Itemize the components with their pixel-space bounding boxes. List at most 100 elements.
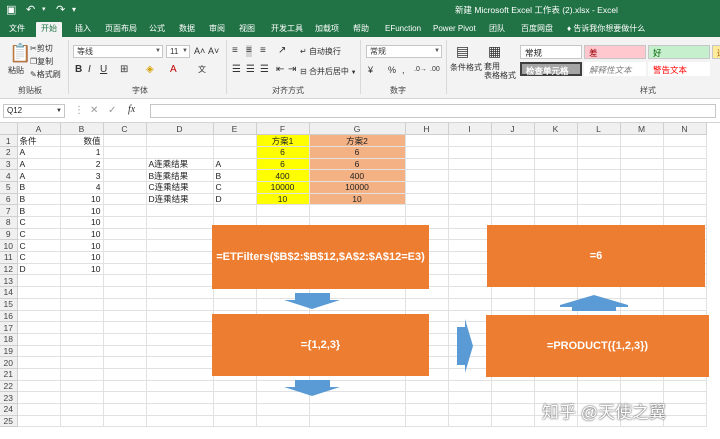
paste-icon[interactable]: 📋 bbox=[9, 43, 31, 63]
tab-formulas[interactable]: 公式 bbox=[144, 22, 170, 37]
down-arrow-2[interactable] bbox=[284, 380, 340, 396]
increase-decimal-icon[interactable]: .0→ bbox=[414, 64, 427, 76]
format-painter-button[interactable]: ✎格式刷 bbox=[30, 69, 61, 80]
chevron-down-icon[interactable]: ▼ bbox=[56, 105, 62, 117]
style-check-cell[interactable]: 检查单元格 bbox=[520, 62, 582, 76]
save-icon[interactable]: ▣ bbox=[6, 3, 16, 17]
conditional-format-button[interactable]: 条件格式 bbox=[450, 62, 482, 73]
phonetic-icon[interactable]: 文 bbox=[198, 64, 206, 76]
customize-quick-access-icon[interactable]: ▾ bbox=[72, 3, 76, 17]
align-middle-icon[interactable]: ≡ bbox=[246, 45, 252, 57]
increase-indent-icon[interactable]: ⇥ bbox=[288, 64, 296, 76]
font-size-select[interactable]: 11 ▼ bbox=[166, 45, 190, 58]
tab-help[interactable]: 帮助 bbox=[348, 22, 374, 37]
percent-icon[interactable]: % bbox=[388, 64, 396, 76]
bold-icon[interactable]: B bbox=[75, 64, 82, 76]
format-as-table-icon[interactable]: ▦ bbox=[488, 43, 501, 59]
formula-input[interactable] bbox=[150, 104, 716, 118]
cancel-icon[interactable]: ✕ bbox=[90, 105, 98, 117]
decrease-indent-icon[interactable]: ⇤ bbox=[276, 64, 284, 76]
tab-page-layout[interactable]: 页面布局 bbox=[100, 22, 142, 37]
increase-font-icon[interactable]: A˄ bbox=[194, 45, 205, 57]
tab-efunction[interactable]: EFunction bbox=[380, 22, 426, 37]
paste-button[interactable]: 粘贴 bbox=[8, 65, 24, 76]
alignment-group-label: 对齐方式 bbox=[272, 86, 304, 95]
tab-data[interactable]: 数据 bbox=[174, 22, 200, 37]
up-arrow[interactable] bbox=[560, 295, 628, 311]
arrows-layer bbox=[284, 293, 628, 396]
wrap-icon: ↵ bbox=[300, 47, 309, 56]
align-center-icon[interactable]: ☰ bbox=[246, 64, 255, 76]
style-normal[interactable]: 常规 bbox=[520, 45, 582, 59]
currency-icon[interactable]: ¥ bbox=[368, 64, 373, 76]
border-icon[interactable]: ⊞ bbox=[120, 64, 128, 76]
chevron-down-icon: ▼ bbox=[434, 48, 440, 54]
align-top-icon[interactable]: ≡ bbox=[232, 45, 238, 57]
cut-button[interactable]: ✂剪切 bbox=[30, 43, 53, 54]
brush-icon: ✎ bbox=[30, 70, 37, 79]
right-arrow[interactable] bbox=[457, 319, 473, 373]
underline-icon[interactable]: U bbox=[100, 64, 107, 76]
excel-window: ▣ ↶ ▾ ↷ ▾ 新建 Microsoft Excel 工作表 (2).xls… bbox=[0, 0, 720, 439]
comma-icon[interactable]: , bbox=[402, 64, 405, 76]
title-bar: ▣ ↶ ▾ ↷ ▾ 新建 Microsoft Excel 工作表 (2).xls… bbox=[0, 0, 720, 20]
format-as-table-button[interactable]: 套用 表格格式 bbox=[484, 62, 516, 80]
merge-icon: ⊟ bbox=[300, 67, 309, 76]
number-format-select[interactable]: 常规 ▼ bbox=[366, 45, 442, 58]
number-group-label: 数字 bbox=[390, 86, 406, 95]
redo-icon[interactable]: ↷ bbox=[56, 3, 65, 17]
undo-icon[interactable]: ↶ bbox=[26, 3, 35, 17]
worksheet-grid[interactable]: ABCDEFGHIJKLMN 1 条件 数值 方案1 方案2 2 A 1 6 6 3 A 2 A连乘结果 A… bbox=[0, 123, 720, 439]
conditional-format-icon[interactable]: ▤ bbox=[456, 43, 469, 59]
tab-view[interactable]: 视图 bbox=[234, 22, 260, 37]
ribbon-home: 📋 粘贴 ✂剪切 ❐复制 ✎格式刷 剪贴板 等线 ▼ 11 ▼ A˄ A˅ B I … bbox=[0, 37, 720, 99]
wrap-text-button[interactable]: ↵ 自动换行 bbox=[300, 46, 341, 57]
tell-me-search[interactable]: ♦ 告诉我你想要做什么 bbox=[562, 22, 650, 37]
italic-icon[interactable]: I bbox=[88, 64, 91, 76]
separator bbox=[446, 40, 447, 94]
undo-dropdown-icon[interactable]: ▾ bbox=[42, 3, 46, 17]
window-title: 新建 Microsoft Excel 工作表 (2).xlsx - Excel bbox=[455, 5, 618, 15]
tab-home[interactable]: 开始 bbox=[36, 22, 62, 37]
style-bad[interactable]: 差 bbox=[584, 45, 646, 59]
align-left-icon[interactable]: ☰ bbox=[232, 64, 241, 76]
decrease-font-icon[interactable]: A˅ bbox=[208, 45, 219, 57]
decrease-decimal-icon[interactable]: .00 bbox=[430, 64, 440, 76]
merge-center-button[interactable]: ⊟ 合并后居中 ▼ bbox=[300, 66, 357, 79]
font-name-select[interactable]: 等线 ▼ bbox=[73, 45, 163, 58]
separator bbox=[360, 40, 361, 94]
tab-baidu-netdisk[interactable]: 百度网盘 bbox=[516, 22, 558, 37]
font-color-icon[interactable]: A bbox=[170, 64, 177, 76]
align-bottom-icon[interactable]: ≡ bbox=[260, 45, 266, 57]
tab-insert[interactable]: 插入 bbox=[70, 22, 96, 37]
tab-review[interactable]: 审阅 bbox=[204, 22, 230, 37]
tab-power-pivot[interactable]: Power Pivot bbox=[428, 22, 481, 37]
copy-button[interactable]: ❐复制 bbox=[30, 56, 53, 67]
font-group-label: 字体 bbox=[132, 86, 148, 95]
down-arrow-1[interactable] bbox=[284, 293, 340, 309]
style-good[interactable]: 好 bbox=[648, 45, 710, 59]
separator bbox=[226, 40, 227, 94]
more-icon: ⋮ bbox=[74, 105, 84, 116]
align-right-icon[interactable]: ☰ bbox=[260, 64, 269, 76]
enter-icon[interactable]: ✓ bbox=[108, 105, 116, 117]
tab-team[interactable]: 团队 bbox=[484, 22, 510, 37]
ribbon-tabs: 文件 开始 插入 页面布局 公式 数据 审阅 视图 开发工具 加载项 帮助 EF… bbox=[0, 20, 720, 37]
chevron-down-icon: ▼ bbox=[348, 70, 357, 76]
style-explanatory[interactable]: 解释性文本 bbox=[584, 62, 646, 76]
watermark: 知乎 @天使之翼 bbox=[542, 403, 666, 422]
orientation-icon[interactable]: ↗ bbox=[278, 45, 286, 57]
tab-developer[interactable]: 开发工具 bbox=[266, 22, 308, 37]
scissors-icon: ✂ bbox=[30, 44, 37, 53]
separator bbox=[68, 40, 69, 94]
tab-file[interactable]: 文件 bbox=[4, 22, 30, 37]
styles-group-label: 样式 bbox=[640, 86, 656, 95]
tab-addins[interactable]: 加载项 bbox=[310, 22, 344, 37]
clipboard-group-label: 剪贴板 bbox=[18, 86, 42, 95]
style-warning[interactable]: 警告文本 bbox=[648, 62, 710, 76]
insert-function-icon[interactable]: fx bbox=[128, 104, 135, 116]
style-neutral-partial[interactable]: 适 bbox=[712, 45, 720, 59]
formula-bar: Q12 ▼ ⋮ ✕ ✓ fx bbox=[0, 99, 720, 123]
fill-color-icon[interactable]: ◈ bbox=[146, 64, 154, 76]
chevron-down-icon: ▼ bbox=[155, 48, 161, 54]
